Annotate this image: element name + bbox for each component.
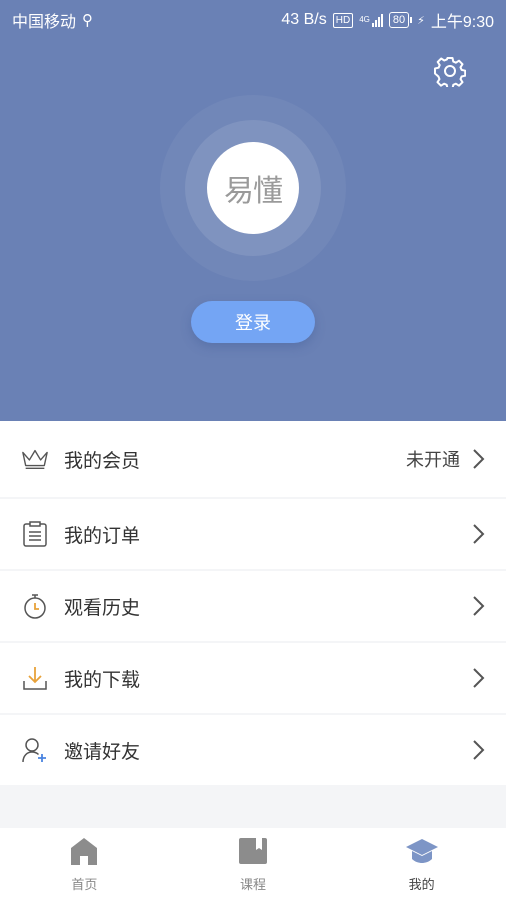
menu-item-label: 我的会员 [64, 450, 141, 472]
tab-home[interactable]: 首页 [0, 828, 169, 900]
home-icon [71, 838, 98, 865]
bottom-tab-bar: 首页 课程 我的 [0, 828, 506, 900]
graduation-cap-icon [405, 839, 438, 863]
carrier-name: 中国移动 [12, 14, 77, 31]
chevron-right-icon [473, 449, 485, 469]
login-button[interactable]: 登录 [191, 301, 315, 343]
avatar-logo-text: 易懂 [224, 174, 283, 209]
menu-item-membership[interactable]: 我的会员 未开通 [0, 421, 506, 497]
chevron-right-icon [473, 596, 485, 616]
download-icon [21, 664, 49, 692]
profile-header: 中国移动 ⚲ 43 B/s HD 4G 80 ⚡ 上午9:30 易懂 登录 [0, 0, 506, 421]
membership-status: 未开通 [406, 450, 460, 470]
chevron-right-icon [473, 740, 485, 760]
tab-label: 首页 [71, 877, 98, 892]
signal-icon [371, 13, 383, 27]
charging-icon: ⚡ [417, 14, 425, 27]
menu-item-label: 我的下载 [64, 669, 141, 691]
clock-time: 上午9:30 [430, 14, 494, 31]
status-bar: 中国移动 ⚲ 43 B/s HD 4G 80 ⚡ 上午9:30 [0, 0, 506, 36]
tab-label: 课程 [240, 877, 267, 892]
menu-item-orders[interactable]: 我的订单 [0, 499, 506, 569]
menu-item-label: 观看历史 [64, 597, 141, 619]
menu-item-label: 我的订单 [64, 525, 141, 547]
network-speed: 43 B/s [281, 11, 327, 28]
chevron-right-icon [473, 668, 485, 688]
profile-menu: 我的会员 未开通 我的订单 观看历史 我的下载 邀请好友 [0, 421, 506, 787]
avatar[interactable]: 易懂 [207, 142, 299, 234]
network-type: 4G [359, 15, 370, 24]
menu-item-downloads[interactable]: 我的下载 [0, 643, 506, 713]
menu-item-history[interactable]: 观看历史 [0, 571, 506, 641]
usb-icon: ⚲ [82, 12, 94, 29]
tab-courses[interactable]: 课程 [169, 828, 338, 900]
hd-icon: HD [332, 12, 354, 28]
battery-icon: 80 [388, 12, 413, 28]
crown-icon [21, 445, 49, 473]
order-list-icon [21, 520, 49, 548]
add-user-icon [21, 736, 49, 764]
course-book-icon [239, 838, 267, 864]
menu-item-label: 邀请好友 [64, 741, 141, 763]
gear-icon[interactable] [434, 55, 466, 87]
chevron-right-icon [473, 524, 485, 544]
tab-label: 我的 [408, 877, 435, 892]
battery-level: 80 [392, 14, 406, 26]
tab-mine[interactable]: 我的 [337, 828, 506, 900]
stopwatch-icon [21, 592, 49, 620]
menu-item-invite[interactable]: 邀请好友 [0, 715, 506, 785]
